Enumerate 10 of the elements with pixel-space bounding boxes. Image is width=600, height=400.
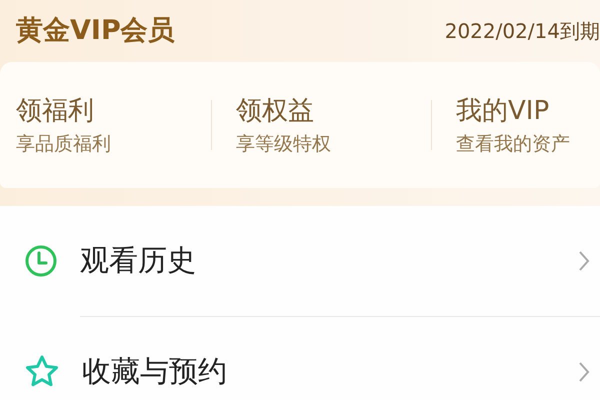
chevron-icon xyxy=(578,361,590,383)
benefit-button[interactable]: 我的VIP 查看我的资产 xyxy=(456,92,600,158)
vip-title: 黄金VIP会员 xyxy=(16,14,175,48)
menu-item[interactable]: 观看历史 xyxy=(0,206,600,316)
chevron-icon xyxy=(578,250,590,272)
benefit-button[interactable]: 领权益 享等级特权 xyxy=(236,92,431,158)
menu-item[interactable]: 收藏与预约 xyxy=(0,317,600,400)
benefit-button[interactable]: 领福利 享品质福利 xyxy=(16,92,211,158)
expiry-date: 2022/02/14到期 xyxy=(444,18,600,45)
clock-icon xyxy=(24,244,58,278)
